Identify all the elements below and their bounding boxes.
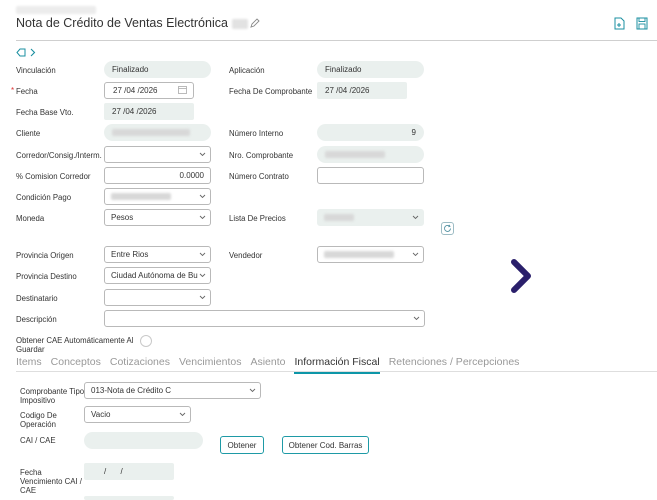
vendedor-label: Vendedor [229, 251, 263, 260]
document-number-redacted [231, 18, 248, 29]
provincia-origen-label: Provincia Origen [16, 251, 74, 260]
tag-icon[interactable] [16, 48, 26, 59]
cliente-field [104, 124, 211, 141]
new-document-icon[interactable] [614, 17, 626, 32]
tab-divider [16, 371, 657, 372]
pencil-icon[interactable] [250, 17, 260, 31]
condicion-pago-select[interactable] [104, 188, 211, 205]
chevron-down-icon [199, 150, 206, 161]
numero-interno-field: 9 [317, 124, 424, 141]
moneda-label: Moneda [16, 214, 45, 223]
chevron-down-icon [179, 410, 186, 421]
obtener-cae-auto-label: Obtener CAE Automáticamente Al Guardar [16, 336, 134, 354]
redacted-text [324, 251, 394, 258]
chevron-down-icon [199, 213, 206, 224]
numero-interno-label: Número Interno [229, 129, 284, 138]
lista-precios-label: Lista De Precios [229, 214, 286, 223]
comprobante-tipo-label: Comprobante Tipo Impositivo [20, 387, 85, 405]
codigo-operacion-select[interactable]: Vacio [84, 406, 191, 423]
moneda-select[interactable]: Pesos [104, 209, 211, 226]
next-arrow-icon[interactable] [508, 258, 534, 296]
comision-corredor-input[interactable]: 0.0000 [104, 167, 211, 184]
aplicacion-field: Finalizado [317, 61, 424, 78]
obtener-button[interactable]: Obtener [220, 436, 264, 454]
chevron-down-icon [199, 250, 206, 261]
breadcrumb[interactable] [16, 6, 96, 14]
cliente-label: Cliente [16, 129, 41, 138]
save-icon[interactable] [636, 17, 648, 32]
provincia-origen-select[interactable]: Entre Rios [104, 246, 211, 263]
chevron-down-icon [199, 271, 206, 282]
codigo-operacion-label: Codigo De Operación [20, 411, 57, 429]
corredor-label: Corredor/Consig./Interm. [16, 151, 102, 160]
cai-cae-field [84, 432, 203, 449]
fecha-label: * Fecha [11, 86, 38, 96]
header-divider [16, 40, 657, 41]
provincia-destino-label: Provincia Destino [16, 272, 77, 281]
aplicacion-label: Aplicación [229, 66, 265, 75]
descripcion-label: Descripción [16, 315, 57, 324]
provincia-destino-select[interactable]: Ciudad Autónoma de Bu [104, 267, 211, 284]
refresh-icon[interactable] [441, 222, 454, 235]
redacted-text [111, 193, 171, 200]
fecha-comprobante-label: Fecha De Comprobante [229, 87, 313, 96]
chevron-down-icon [249, 386, 256, 397]
vinculacion-field: Finalizado [104, 61, 211, 78]
calendar-icon[interactable] [178, 85, 187, 96]
corredor-select[interactable] [104, 146, 211, 163]
obtener-cae-auto-toggle[interactable] [140, 335, 152, 347]
chevron-down-icon [412, 213, 419, 224]
redacted-text [112, 129, 190, 136]
comprobante-tipo-select[interactable]: 013-Nota de Crédito C [84, 382, 261, 399]
nro-comprobante-label: Nro. Comprobante [229, 151, 294, 160]
obtener-cod-barras-button[interactable]: Obtener Cod. Barras [282, 436, 369, 454]
redacted-text [325, 151, 385, 158]
vendedor-select[interactable] [317, 246, 424, 263]
required-asterisk: * [11, 86, 15, 95]
fecha-vencimiento-cae-field: / / [84, 463, 174, 480]
chevron-right-icon[interactable] [30, 48, 36, 59]
chevron-down-icon [413, 314, 420, 325]
comision-corredor-label: % Comision Corredor [16, 172, 91, 181]
condicion-pago-label: Condición Pago [16, 193, 72, 202]
fecha-comprobante-field: 27 /04 /2026 [317, 82, 407, 99]
nro-comprobante-field [317, 146, 424, 163]
next-field-partial [84, 496, 174, 500]
fecha-base-vto-field: 27 /04 /2026 [104, 103, 194, 120]
fecha-vencimiento-cae-label: Fecha Vencimiento CAI / CAE [20, 468, 82, 495]
descripcion-select[interactable] [104, 310, 425, 327]
redacted-text [324, 214, 354, 221]
fecha-base-vto-label: Fecha Base Vto. [16, 108, 74, 117]
cai-cae-label: CAI / CAE [20, 436, 56, 445]
tag-toolbar [16, 48, 36, 59]
chevron-down-icon [412, 250, 419, 261]
numero-contrato-input[interactable] [317, 167, 424, 184]
destinatario-select[interactable] [104, 289, 211, 306]
chevron-down-icon [199, 192, 206, 203]
page-title: Nota de Crédito de Ventas Electrónica [16, 16, 260, 31]
numero-contrato-label: Número Contrato [229, 172, 289, 181]
destinatario-label: Destinatario [16, 294, 58, 303]
chevron-down-icon [199, 293, 206, 304]
fecha-input[interactable]: 27 /04 /2026 [104, 82, 194, 99]
vinculacion-label: Vinculación [16, 66, 56, 75]
lista-precios-select[interactable] [317, 209, 424, 226]
